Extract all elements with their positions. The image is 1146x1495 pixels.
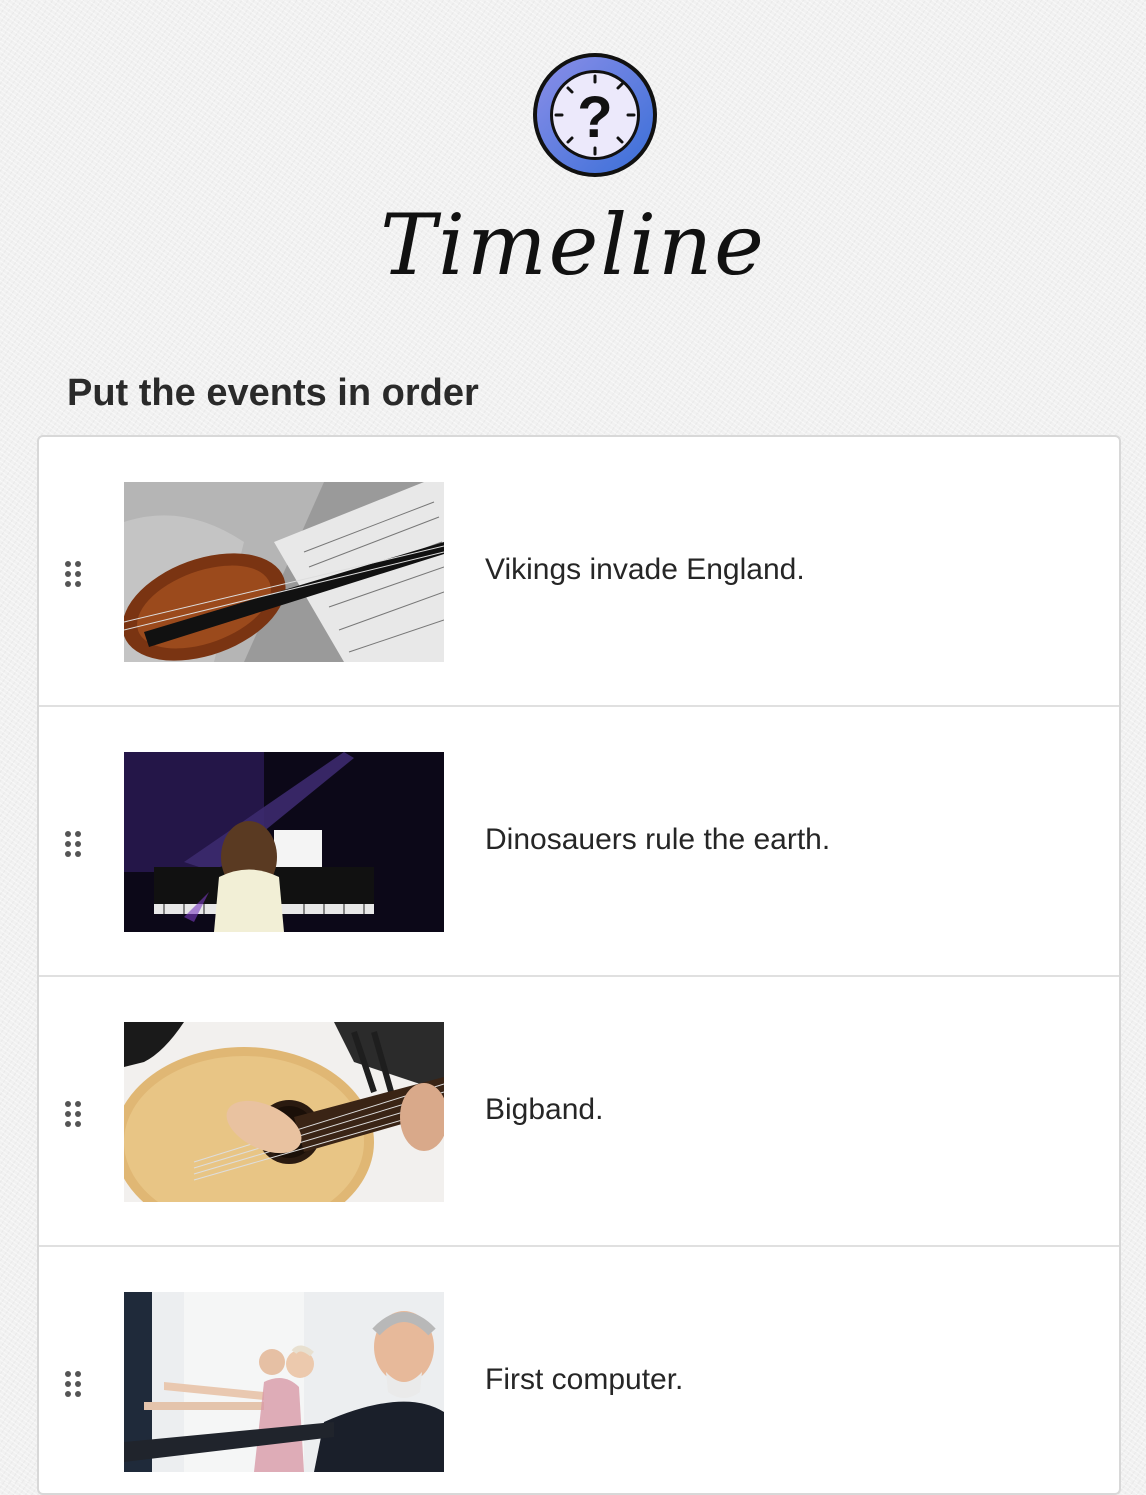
- page-title: Timeline: [380, 196, 766, 294]
- list-item[interactable]: Bigband.: [39, 977, 1119, 1247]
- list-item[interactable]: First computer.: [39, 1247, 1119, 1493]
- event-label: Dinosauers rule the earth.: [485, 823, 831, 856]
- drag-handle-icon[interactable]: [63, 829, 83, 859]
- list-item[interactable]: Vikings invade England.: [39, 437, 1119, 707]
- drag-handle-icon[interactable]: [63, 1369, 83, 1399]
- acoustic-guitar-photo: [124, 1022, 444, 1202]
- drag-handle-icon[interactable]: [63, 1099, 83, 1129]
- event-label: First computer.: [485, 1363, 684, 1396]
- event-label: Vikings invade England.: [485, 553, 805, 586]
- question-clock-icon: ?: [529, 49, 661, 181]
- list-item[interactable]: Dinosauers rule the earth.: [39, 707, 1119, 977]
- girl-playing-piano-photo: [124, 752, 444, 932]
- seniors-exercise-class-photo: [124, 1292, 444, 1472]
- sortable-event-list: Vikings invade England. Dinosauers rule …: [37, 435, 1121, 1495]
- svg-text:?: ?: [577, 85, 612, 150]
- drag-handle-icon[interactable]: [63, 559, 83, 589]
- event-label: Bigband.: [485, 1093, 604, 1126]
- instruction-heading: Put the events in order: [67, 372, 479, 414]
- violin-sheet-music-photo: [124, 482, 444, 662]
